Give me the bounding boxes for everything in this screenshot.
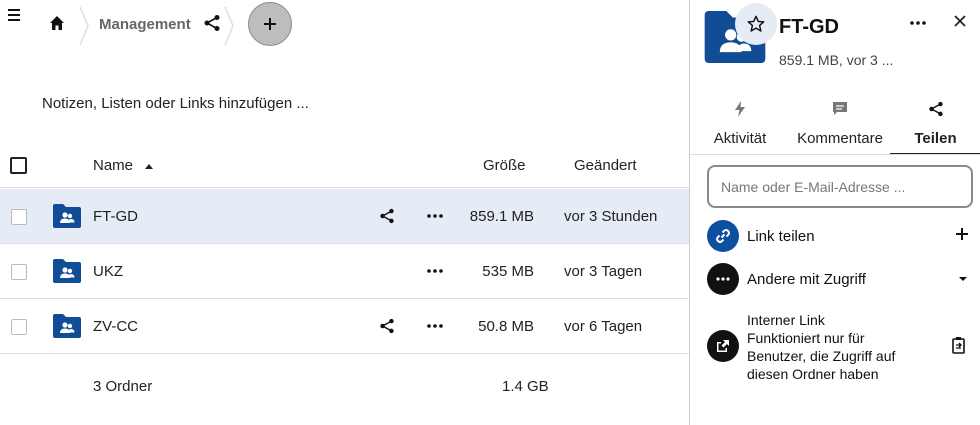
file-modified: vor 3 Stunden (564, 208, 658, 225)
tab-comments[interactable]: Kommentare (790, 95, 890, 155)
row-checkbox[interactable] (11, 319, 27, 335)
more-options-icon[interactable] (426, 319, 444, 333)
table-row[interactable]: UKZ 535 MB vor 3 Tagen (0, 244, 690, 299)
others-avatar (707, 263, 739, 295)
column-size[interactable]: Größe (483, 157, 526, 174)
row-checkbox[interactable] (11, 209, 27, 225)
row-checkbox[interactable] (11, 264, 27, 280)
menu-icon[interactable] (8, 9, 20, 24)
file-name[interactable]: ZV-CC (93, 318, 138, 335)
tab-sharing[interactable]: Teilen (890, 95, 980, 155)
others-with-access-entry[interactable]: Andere mit Zugriff (707, 263, 977, 295)
file-modified: vor 3 Tagen (564, 263, 643, 280)
file-name[interactable]: UKZ (93, 263, 123, 280)
internal-link-title: Interner Link (747, 312, 825, 328)
file-size: 535 MB (482, 263, 534, 280)
copy-clipboard-icon[interactable] (951, 336, 967, 354)
more-options-icon (716, 277, 730, 281)
link-share-label: Link teilen (747, 228, 815, 245)
breadcrumb-current[interactable]: Management (99, 16, 191, 33)
internal-link-text: Interner Link Funktioniert nur für Benut… (747, 311, 927, 383)
share-search-input[interactable] (707, 165, 973, 208)
close-icon[interactable] (952, 13, 968, 29)
plus-icon[interactable] (955, 227, 969, 241)
comment-icon (833, 102, 847, 115)
share-icon[interactable] (379, 208, 395, 224)
select-all-checkbox[interactable] (10, 157, 27, 174)
tab-label: Kommentare (797, 130, 883, 147)
file-modified: vor 6 Tagen (564, 318, 643, 335)
link-avatar (707, 220, 739, 252)
share-icon (928, 101, 943, 117)
tab-label: Aktivität (713, 130, 767, 147)
breadcrumb-separator (79, 6, 89, 46)
star-icon (747, 15, 765, 32)
more-options-icon[interactable] (426, 209, 444, 223)
link-icon (716, 229, 730, 243)
home-icon[interactable] (49, 15, 65, 31)
tab-activity[interactable]: Aktivität (690, 95, 790, 155)
shared-folder-icon (53, 204, 81, 228)
tab-label: Teilen (914, 130, 957, 147)
share-icon[interactable] (379, 318, 395, 334)
sidebar-subtitle: 859.1 MB, vor 3 ... (779, 52, 894, 68)
details-sidebar: FT-GD 859.1 MB, vor 3 ... Aktivität Komm… (689, 0, 980, 425)
share-icon[interactable] (203, 14, 221, 32)
link-share-entry[interactable]: Link teilen (707, 220, 977, 252)
summary-count: 3 Ordner (93, 378, 153, 395)
sidebar-tabs: Aktivität Kommentare Teilen (690, 95, 980, 155)
shared-folder-icon (53, 314, 81, 338)
table-row[interactable]: ZV-CC 50.8 MB vor 6 Tagen (0, 299, 690, 354)
column-modified[interactable]: Geändert (574, 157, 637, 174)
file-size: 50.8 MB (478, 318, 534, 335)
flash-icon (735, 101, 745, 117)
column-name[interactable]: Name (93, 157, 133, 174)
breadcrumb-separator (224, 6, 234, 46)
others-label: Andere mit Zugriff (747, 271, 866, 288)
table-header: Name Größe Geändert (0, 140, 690, 188)
favorite-button[interactable] (735, 3, 777, 45)
internal-link-entry[interactable]: Interner Link Funktioniert nur für Benut… (707, 311, 977, 383)
shared-folder-icon (53, 259, 81, 283)
internal-link-description: Funktioniert nur für Benutzer, die Zugri… (747, 330, 896, 382)
notes-placeholder[interactable]: Notizen, Listen oder Links hinzufügen ..… (42, 95, 309, 112)
chevron-down-icon[interactable] (957, 275, 969, 283)
add-new-button[interactable] (248, 2, 292, 46)
sidebar-title: FT-GD (779, 16, 839, 38)
external-link-icon (717, 340, 729, 352)
table-row[interactable]: FT-GD 859.1 MB vor 3 Stunden (0, 189, 690, 244)
more-options-icon[interactable] (909, 19, 927, 27)
file-name[interactable]: FT-GD (93, 208, 138, 225)
tabs-divider (690, 154, 980, 155)
sort-ascending-icon (145, 164, 153, 169)
plus-icon (264, 18, 276, 30)
internal-link-avatar (707, 330, 739, 362)
file-list-pane: Management Notizen, Listen oder Links hi… (0, 0, 690, 425)
summary-size: 1.4 GB (502, 378, 549, 395)
file-size: 859.1 MB (469, 208, 534, 225)
more-options-icon[interactable] (426, 264, 444, 278)
